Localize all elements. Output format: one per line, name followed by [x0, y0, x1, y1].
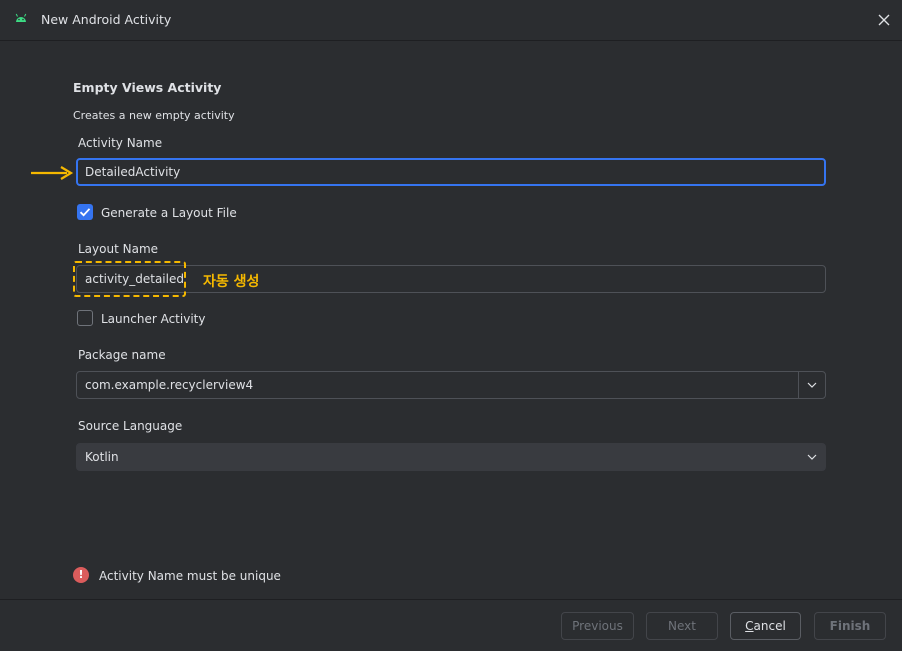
arrow-annotation-icon — [31, 166, 74, 180]
source-language-label: Source Language — [78, 419, 183, 433]
finish-button[interactable]: Finish — [814, 612, 886, 640]
template-description: Creates a new empty activity — [73, 109, 235, 122]
activity-name-input[interactable]: DetailedActivity — [76, 158, 826, 186]
checkmark-icon — [79, 208, 91, 217]
android-icon — [15, 13, 27, 22]
activity-name-label: Activity Name — [78, 136, 163, 150]
error-message: Activity Name must be unique — [99, 569, 281, 583]
chevron-down-icon[interactable] — [806, 379, 818, 391]
launcher-activity-checkbox[interactable] — [77, 310, 93, 326]
title-bar: New Android Activity — [0, 0, 902, 41]
auto-generated-annotation: 자동 생성 — [203, 274, 260, 290]
package-name-label: Package name — [78, 348, 166, 362]
template-heading: Empty Views Activity — [73, 80, 222, 95]
source-language-select[interactable]: Kotlin — [76, 443, 826, 471]
cancel-mnemonic: C — [745, 619, 754, 633]
layout-name-input[interactable]: activity_detailed — [76, 265, 826, 293]
error-icon: ! — [73, 567, 89, 583]
close-icon[interactable] — [874, 10, 894, 30]
next-button[interactable]: Next — [646, 612, 718, 640]
generate-layout-checkbox[interactable] — [77, 204, 93, 220]
cancel-button[interactable]: Cancel — [730, 612, 801, 640]
highlight-annotation — [73, 261, 186, 297]
launcher-activity-label: Launcher Activity — [101, 312, 206, 326]
generate-layout-label: Generate a Layout File — [101, 206, 237, 220]
dropdown-separator — [798, 372, 799, 398]
window-title: New Android Activity — [41, 12, 172, 27]
cancel-label-rest: ancel — [753, 619, 786, 633]
package-name-combobox[interactable]: com.example.recyclerview4 — [76, 371, 826, 399]
layout-name-label: Layout Name — [78, 242, 159, 256]
previous-button[interactable]: Previous — [561, 612, 634, 640]
dialog-footer: Previous Next Cancel Finish — [0, 599, 902, 651]
chevron-down-icon[interactable] — [806, 451, 818, 463]
